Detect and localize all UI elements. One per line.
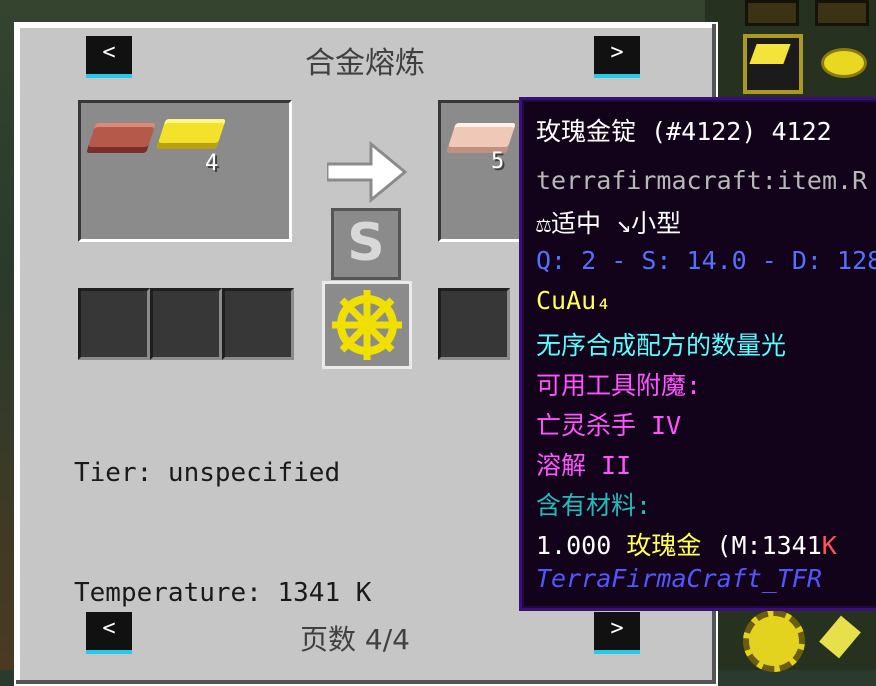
empty-slot[interactable] bbox=[222, 288, 294, 360]
copper-ingot-icon[interactable] bbox=[86, 123, 156, 153]
empty-slot[interactable] bbox=[438, 288, 510, 360]
tooltip-size-weight: ⚖适中 ↘小型 bbox=[536, 209, 682, 238]
tooltip-enchant-1: 亡灵杀手 IV bbox=[536, 411, 682, 440]
material-amount: 1.000 bbox=[536, 531, 612, 560]
page-title: 合金熔炼 bbox=[305, 46, 425, 81]
tooltip-mod-name: TerraFirmaCraft_TFR bbox=[536, 564, 822, 593]
arrow-right-icon bbox=[327, 140, 407, 204]
tooltip-formula: CuAu₄ bbox=[536, 286, 612, 315]
prev-recipe-button[interactable]: < bbox=[86, 36, 132, 78]
tooltip-material-row: 1.000 玫瑰金 (M:1341K bbox=[536, 526, 837, 562]
input-slot[interactable]: 4 bbox=[78, 100, 292, 242]
storage-block-icon bbox=[815, 0, 869, 26]
tooltip-material-header: 含有材料: bbox=[536, 491, 652, 520]
tooltip-enchant-2: 溶解 II bbox=[536, 451, 632, 480]
tooltip-tool-stats: Q: 2 - S: 14.0 - D: 128 bbox=[536, 246, 876, 275]
empty-slot[interactable] bbox=[150, 288, 222, 360]
storage-block-icon bbox=[745, 0, 799, 26]
tooltip-registry-name: terrafirmacraft:item.R bbox=[536, 166, 868, 195]
funnel-icon bbox=[819, 615, 861, 659]
gold-block-icon bbox=[743, 34, 803, 94]
rose-gold-ingot-icon[interactable] bbox=[446, 123, 516, 153]
page-indicator: 页数 4/4 bbox=[300, 623, 410, 656]
item-tooltip: 玫瑰金锭 (#4122) 4122 terrafirmacraft:item.R… bbox=[519, 97, 876, 611]
gear-icon bbox=[743, 610, 805, 672]
gold-dust-icon bbox=[821, 48, 867, 78]
output-count: 5 bbox=[491, 149, 505, 174]
crucible-gear-icon bbox=[322, 281, 412, 369]
tooltip-enchant-header: 可用工具附魔: bbox=[536, 371, 702, 400]
material-melt-value: 1341 bbox=[761, 531, 822, 560]
prev-page-button[interactable]: < bbox=[86, 612, 132, 654]
next-recipe-button[interactable]: > bbox=[594, 36, 640, 78]
material-name: 玫瑰金 bbox=[626, 531, 702, 560]
gold-ingot-icon[interactable] bbox=[156, 119, 226, 149]
shapeless-recipe-icon: S bbox=[331, 208, 401, 280]
gold-ingot-count: 4 bbox=[205, 151, 219, 176]
temperature-label: Temperature: 1341 K bbox=[74, 578, 372, 608]
empty-slot[interactable] bbox=[78, 288, 150, 360]
material-melt-open: (M: bbox=[716, 531, 762, 560]
tooltip-item-name: 玫瑰金锭 (#4122) 4122 bbox=[536, 117, 832, 146]
next-page-button[interactable]: > bbox=[594, 612, 640, 654]
material-melt-unit: K bbox=[821, 531, 837, 560]
tier-label: Tier: unspecified bbox=[74, 458, 341, 488]
tooltip-shapeless-note: 无序合成配方的数量光 bbox=[536, 331, 787, 360]
